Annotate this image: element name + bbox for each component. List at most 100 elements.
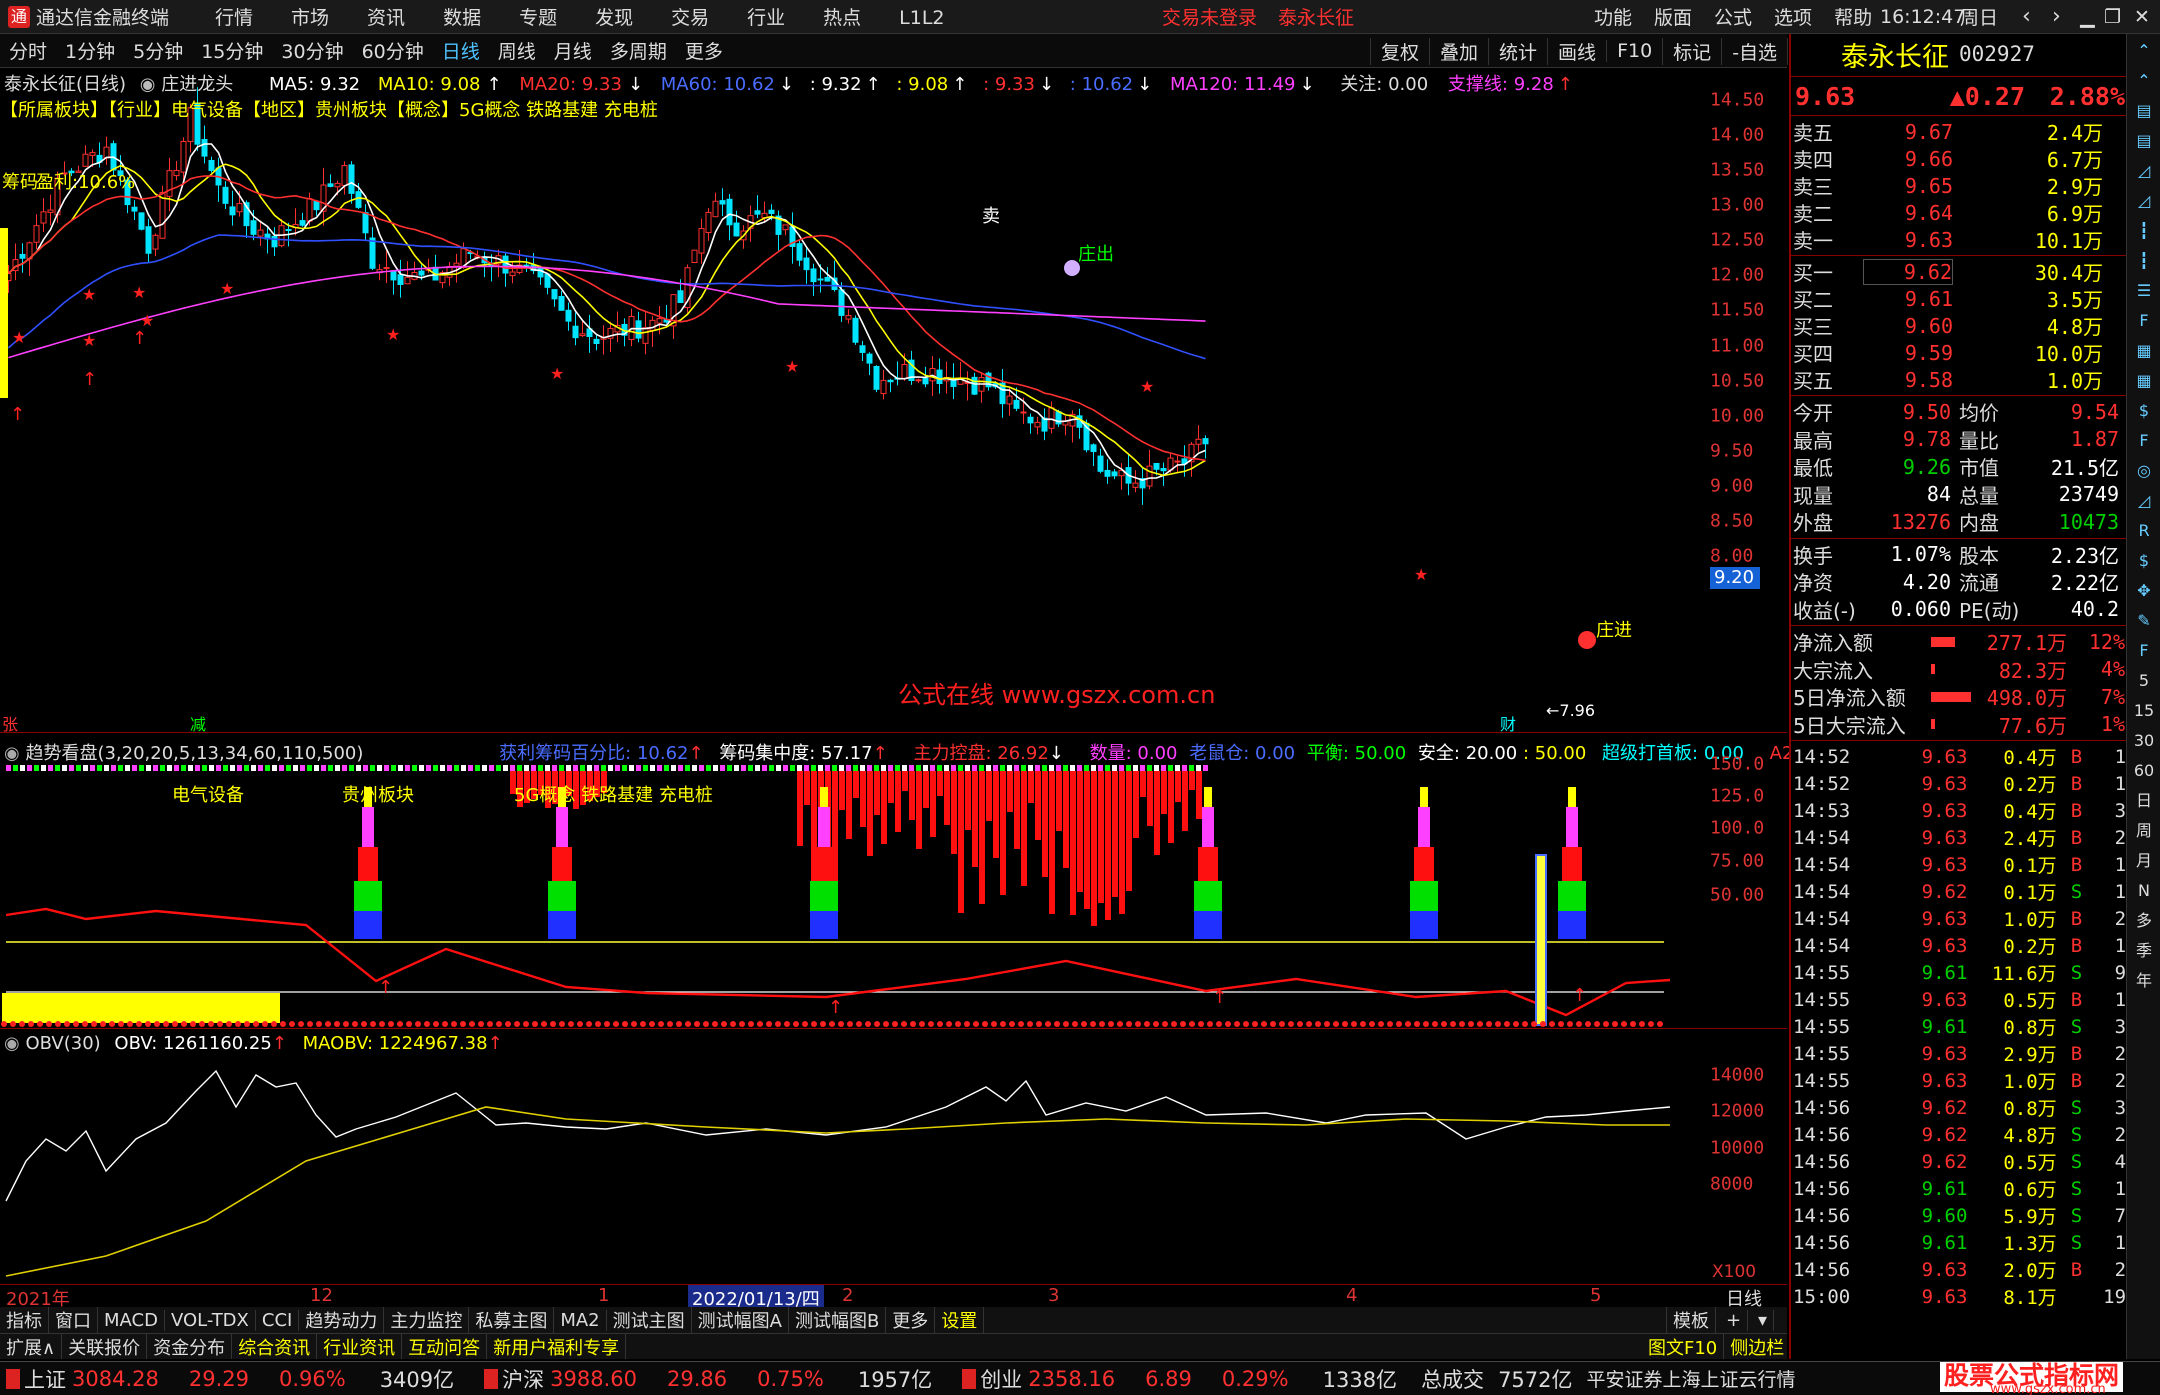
side-tab-1[interactable]: 侧边栏《 [1724,1334,1787,1359]
tool-button-2[interactable]: 统计 [1488,37,1547,65]
info-tab-5[interactable]: 互动问答 [402,1334,488,1359]
rsi-icon[interactable]: R [2129,518,2159,544]
sidebar-period-6[interactable]: 月 [2129,848,2159,874]
index-name-2[interactable]: 创业 [980,1364,1022,1394]
indicator-tab-1[interactable]: 窗口 [49,1307,98,1333]
doc-icon[interactable]: ▤ [2129,98,2159,124]
fs-icon[interactable]: F [2129,638,2159,664]
minimize-icon[interactable]: ▁ [2080,6,2095,28]
bid-row-1[interactable]: 买二 9.61 3.5万 [1791,285,2126,313]
sidebar-period-9[interactable]: 季 [2129,938,2159,964]
info-tab-1[interactable]: 关联报价 [62,1334,148,1359]
dropdown-tab-icon[interactable]: ▾ [1752,1309,1775,1331]
period-tab-1[interactable]: 1分钟 [56,37,124,64]
add-tab-icon[interactable]: + [1720,1309,1749,1331]
back-icon[interactable]: ‹ [2022,4,2031,29]
tool-button-3[interactable]: 画线 [1547,37,1606,65]
indicator-tab-12[interactable]: 更多 [886,1307,936,1333]
grid-icon[interactable]: ▦ [2129,338,2159,364]
indicator-tab-7[interactable]: 私募主图 [469,1307,555,1333]
sidebar-period-4[interactable]: 日 [2129,788,2159,814]
tick-list[interactable]: 14:52 9.63 0.4万 B 1 14:52 9.63 0.2万 B 1 14:53 9.63 0… [1791,743,2126,1310]
sidebar-period-10[interactable]: 年 [2129,968,2159,994]
up-arrow-icon[interactable]: ⌃ [2129,68,2159,94]
bid-row-3[interactable]: 买四 9.59 10.0万 [1791,339,2126,367]
panel-toggle-icon[interactable]: ◉ [4,743,20,764]
sidebar-period-5[interactable]: 周 [2129,818,2159,844]
tool-button-4[interactable]: F10 [1606,40,1662,62]
right-menu-item-0[interactable]: 功能 [1594,3,1632,30]
login-status[interactable]: 交易未登录 [1162,3,1257,30]
indicator-tab-6[interactable]: 主力监控 [384,1307,470,1333]
close-icon[interactable]: ✕ [2134,6,2150,28]
tool-button-0[interactable]: 复权 [1370,37,1429,65]
grid-icon[interactable]: ▦ [2129,368,2159,394]
indicator-tab-11[interactable]: 测试幅图B [789,1307,887,1333]
bid-row-0[interactable]: 买一 9.62 30.4万 [1791,258,2126,285]
template-tab[interactable]: 模板 [1666,1307,1716,1333]
period-tab-6[interactable]: 日线 [433,37,489,64]
menu-item-9[interactable]: L1L2 [899,7,944,29]
list-icon[interactable]: ☰ [2129,278,2159,304]
right-menu-item-2[interactable]: 公式 [1714,3,1752,30]
f10-icon[interactable]: F [2129,308,2159,334]
bid-row-4[interactable]: 买五 9.58 1.0万 [1791,366,2126,394]
indicator-tab-0[interactable]: 指标 [0,1307,49,1333]
right-menu-item-3[interactable]: 选项 [1774,3,1812,30]
ring-icon[interactable]: ◎ [2129,458,2159,484]
indicator-tab-8[interactable]: MA2 [554,1309,607,1331]
chart-icon[interactable]: ◿ [2129,188,2159,214]
restore-icon[interactable]: ❐ [2104,6,2121,28]
menu-item-3[interactable]: 数据 [443,3,481,30]
menu-item-6[interactable]: 交易 [671,3,709,30]
period-tab-3[interactable]: 15分钟 [192,37,272,64]
menu-item-2[interactable]: 资讯 [367,3,405,30]
dollar-icon[interactable]: $ [2129,548,2159,574]
menu-item-1[interactable]: 市场 [291,3,329,30]
sidebar-period-7[interactable]: N [2129,878,2159,904]
right-menu-item-4[interactable]: 帮助 [1834,3,1872,30]
trend-indicator-panel[interactable]: ↑ ↑ ↑ ↑ ◉ 趋势看盘(3,20,20,5,13,34,60,110,500) … [0,735,1817,1029]
pen-icon[interactable]: ✎ [2129,608,2159,634]
indicator-tab-13[interactable]: 设置 [935,1307,985,1333]
obv-indicator-panel[interactable]: ◉ OBV(30) OBV: 1261160.25↑ MAOBV: 122496… [0,1031,1787,1285]
money-icon[interactable]: $ [2129,398,2159,424]
period-tab-9[interactable]: 多周期 [601,37,676,64]
period-tab-4[interactable]: 30分钟 [272,37,352,64]
info-tab-6[interactable]: 新用户福利专享 [487,1334,627,1359]
menu-item-7[interactable]: 行业 [747,3,785,30]
indicator-tab-4[interactable]: CCI [256,1309,300,1331]
sidebar-period-3[interactable]: 60 [2129,758,2159,784]
bid-row-2[interactable]: 买三 9.60 4.8万 [1791,312,2126,340]
kline-canvas[interactable]: ★ ★★★★★★★ ★★★↑↑↑筹码盈利:10.6%卖庄出庄进←7.96公式在线 w… [0,68,1787,733]
tool-button-6[interactable]: -自选 [1721,37,1787,65]
kline-icon[interactable]: ┇ [2129,218,2159,244]
indicator-tab-9[interactable]: 测试主图 [607,1307,692,1333]
tool-button-5[interactable]: 标记 [1662,37,1721,65]
sidebar-period-1[interactable]: 15 [2129,698,2159,724]
tool-button-1[interactable]: 叠加 [1429,37,1488,65]
panel-toggle-icon[interactable]: ◉ [4,1033,20,1054]
sidebar-period-2[interactable]: 30 [2129,728,2159,754]
info-tab-4[interactable]: 行业资讯 [317,1334,403,1359]
period-tab-0[interactable]: 分时 [0,37,56,64]
kline-chart[interactable]: ★ ★ ★ ★ ★ ★ ★ ★ ★ ★ ★ ↑ ↑ ↑ 筹码 盈利:10.6% 卖庄出 庄进 ←7.96 公式在线 w… [0,68,1787,733]
indicator-tab-5[interactable]: 趋势动力 [299,1307,385,1333]
sidebar-period-8[interactable]: 多 [2129,908,2159,934]
menu-item-0[interactable]: 行情 [215,3,253,30]
side-tab-0[interactable]: 图文F10 [1642,1334,1725,1359]
kline-icon[interactable]: ┇ [2129,248,2159,274]
sidebar-period-0[interactable]: 5 [2129,668,2159,694]
up-arrow-icon[interactable]: ⌃ [2129,38,2159,64]
indicator-tab-10[interactable]: 测试幅图A [692,1307,789,1333]
indicator-tab-2[interactable]: MACD [98,1309,165,1331]
obv-indicator-canvas[interactable] [0,1031,1787,1285]
info-tab-2[interactable]: 资金分布 [147,1334,233,1359]
menu-item-8[interactable]: 热点 [823,3,861,30]
info-tab-3[interactable]: 综合资讯 [232,1334,318,1359]
menu-item-5[interactable]: 发现 [595,3,633,30]
cross-icon[interactable]: ✥ [2129,578,2159,604]
period-tab-10[interactable]: 更多 [676,37,732,64]
f-icon[interactable]: F [2129,428,2159,454]
index-name-1[interactable]: 沪深 [502,1364,544,1394]
